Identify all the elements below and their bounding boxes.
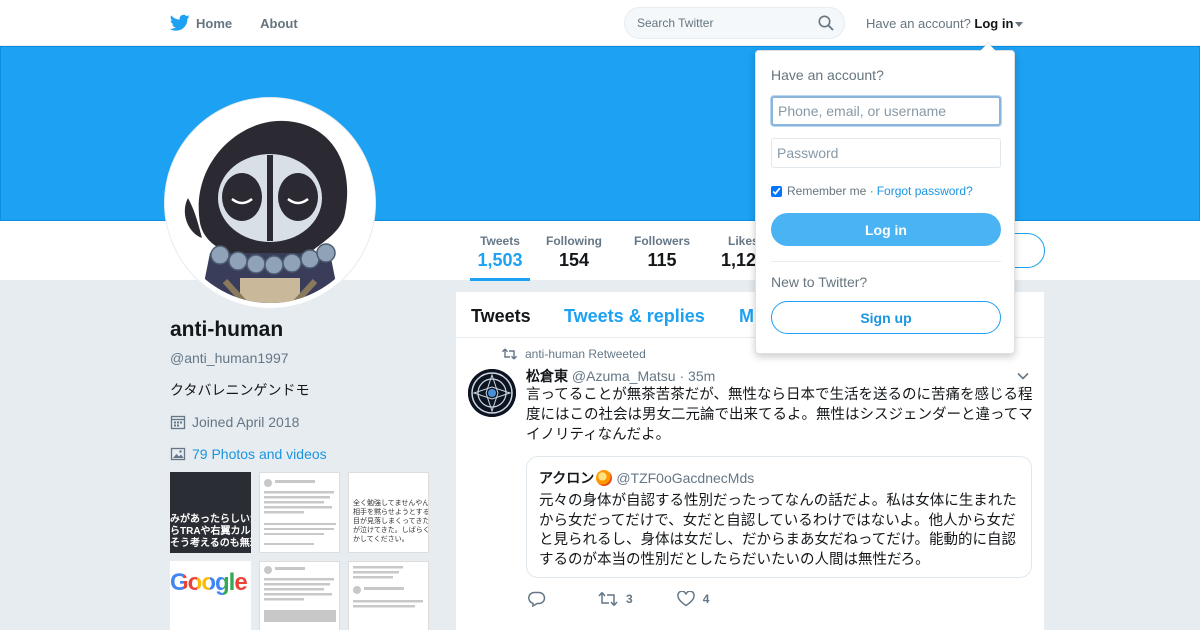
nav-about[interactable]: About — [260, 16, 298, 31]
tweet-actions: 3 4 — [528, 591, 709, 607]
top-navigation-bar: Home About Have an account? Log in — [0, 0, 1200, 46]
remember-me-label: Remember me — [787, 184, 867, 198]
signup-button[interactable]: Sign up — [771, 301, 1001, 334]
google-logo: Google — [170, 561, 251, 597]
quoted-author-handle: @TZF0oGacdnecMds — [616, 470, 755, 486]
media-thumbnail[interactable] — [259, 472, 340, 553]
tweet-author-avatar[interactable] — [468, 369, 516, 417]
tweet-screenshot-image — [353, 566, 423, 608]
retweet-context-text[interactable]: anti-human Retweeted — [525, 347, 646, 361]
thumbnail-text: みがあったらしいが、 らTRAや右翼カルト… そう考えるのも無理 — [170, 514, 251, 549]
media-thumbnail[interactable] — [259, 561, 340, 630]
thumbnail-text: Google — [170, 569, 248, 596]
tab-tweets-replies[interactable]: Tweets & replies — [564, 306, 705, 327]
tweet-header: 松倉東 @Azuma_Matsu · 35m — [526, 366, 715, 386]
media-thumbnail[interactable] — [348, 561, 429, 630]
quoted-tweet-text: 元々の身体が自認する性別だったってなんの話だよ。私は女体に生まれたから女だってだ… — [539, 493, 1017, 568]
reply-icon — [528, 591, 546, 607]
retweet-button[interactable]: 3 — [598, 591, 633, 607]
search-input[interactable] — [625, 8, 805, 38]
stat-following[interactable]: Following 154 — [544, 234, 604, 271]
forgot-password-link[interactable]: Forgot password? — [877, 184, 973, 198]
photos-videos-link[interactable]: 79 Photos and videos — [170, 446, 430, 462]
stat-label: Tweets — [480, 234, 520, 248]
crescent-emoji-icon — [596, 470, 613, 486]
profile-avatar[interactable] — [165, 98, 375, 308]
tweet-text: 言ってることが無茶苦茶だが、無性なら日本で生活を送るのに苦痛を感じる程度にはこの… — [526, 387, 1033, 443]
nav-home-label: Home — [196, 15, 233, 31]
stat-value: 1,503 — [477, 250, 523, 270]
media-thumbnail[interactable]: 全く勉強してませんやん。 相手を黙らせようとするか 目が見落しまくってきたん が… — [348, 472, 429, 553]
retweet-icon — [502, 348, 517, 360]
like-button[interactable]: 4 — [676, 591, 710, 607]
tweet-author-handle[interactable]: @Azuma_Matsu — [572, 368, 676, 384]
separator-dot: · — [866, 184, 874, 198]
profile-sidebar: anti-human @anti_human1997 クタバレニンゲンドモ Jo… — [170, 318, 430, 462]
nav-home[interactable]: Home — [170, 14, 232, 32]
quoted-tweet[interactable]: アクロン @TZF0oGacdnecMds 元々の身体が自認する性別だったってな… — [526, 456, 1032, 578]
nav-left: Home About — [170, 0, 326, 46]
photos-link-text: 79 Photos and videos — [192, 446, 327, 462]
quoted-tweet-header: アクロン @TZF0oGacdnecMds — [539, 468, 1019, 488]
login-dropdown-toggle[interactable]: Log in — [974, 16, 1024, 31]
login-button[interactable]: Log in — [771, 213, 1001, 246]
chevron-down-icon[interactable] — [1016, 369, 1030, 383]
calendar-icon — [170, 415, 186, 430]
tweet-timestamp[interactable]: · 35m — [679, 368, 715, 384]
tweet-screenshot-image — [264, 479, 336, 545]
thumbnail-text: 全く勉強してませんやん。 相手を黙らせようとするか 目が見落しまくってきたん が… — [353, 500, 429, 543]
username-input[interactable] — [771, 96, 1001, 126]
remember-me-row: Remember me · Forgot password? — [771, 184, 973, 198]
tab-tweets[interactable]: Tweets — [471, 306, 531, 327]
twitter-bird-icon — [170, 14, 190, 31]
like-count: 4 — [702, 592, 710, 606]
stat-value: 154 — [558, 250, 590, 270]
profile-bio: クタバレニンゲンドモ — [170, 382, 310, 398]
divider — [771, 261, 1001, 262]
reply-button[interactable] — [528, 591, 546, 607]
quoted-author-name: アクロン — [539, 470, 595, 486]
stat-tweets[interactable]: Tweets 1,503 — [470, 234, 530, 281]
joined-text: Joined April 2018 — [192, 414, 300, 430]
tweet[interactable]: anti-human Retweeted 松倉東 @Azuma_Matsu · … — [456, 339, 1044, 630]
stat-followers[interactable]: Followers 115 — [632, 234, 692, 271]
tweet-author-name[interactable]: 松倉東 — [526, 368, 568, 384]
stat-value: 115 — [647, 250, 677, 270]
heart-icon — [676, 591, 695, 607]
caret-down-icon — [1015, 22, 1024, 28]
profile-handle[interactable]: @anti_human1997 — [170, 350, 430, 366]
new-to-twitter-text: New to Twitter? — [771, 274, 868, 290]
media-thumbnail[interactable]: みがあったらしいが、 らTRAや右翼カルト… そう考えるのも無理 — [170, 472, 251, 553]
stat-label: Following — [546, 234, 602, 248]
password-input[interactable] — [771, 138, 1001, 168]
retweet-count: 3 — [626, 592, 633, 606]
account-question: Have an account? — [866, 16, 971, 31]
tweet-screenshot-image — [264, 566, 336, 622]
login-toggle-label: Log in — [974, 16, 1014, 31]
search-icon[interactable] — [818, 15, 834, 31]
nav-about-label: About — [260, 15, 298, 31]
search-box — [624, 7, 845, 39]
joined-date: Joined April 2018 — [170, 414, 430, 430]
image-icon — [170, 447, 186, 461]
tab-media[interactable]: M — [739, 306, 754, 327]
login-dropdown-title: Have an account? — [771, 67, 884, 83]
profile-name[interactable]: anti-human — [170, 318, 430, 342]
media-thumbnail[interactable]: Google — [170, 561, 251, 630]
account-prompt: Have an account? Log in — [866, 16, 1024, 31]
author-avatar-image — [468, 369, 516, 417]
retweet-icon — [598, 592, 618, 606]
stat-label: Followers — [633, 234, 690, 248]
remember-me-checkbox[interactable] — [771, 185, 782, 197]
retweet-context: anti-human Retweeted — [502, 347, 646, 361]
login-dropdown: Have an account? Remember me · Forgot pa… — [755, 42, 1015, 354]
avatar-image — [170, 103, 370, 303]
